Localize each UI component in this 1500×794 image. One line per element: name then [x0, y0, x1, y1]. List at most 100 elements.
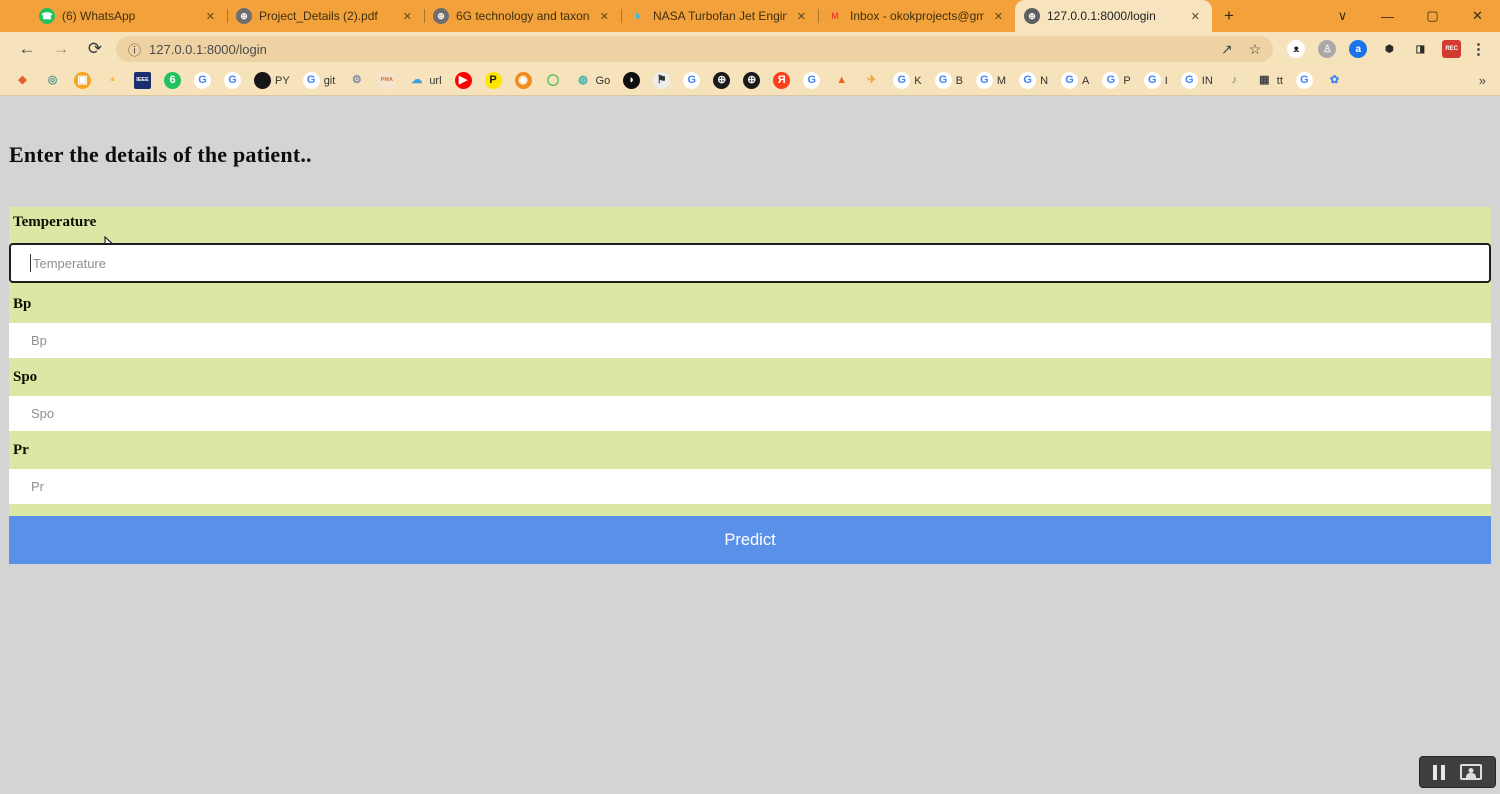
- bookmark-item[interactable]: ✈: [863, 72, 880, 89]
- tab-title: 6G technology and taxonor: [456, 9, 590, 23]
- bird-icon: ◗: [623, 72, 640, 89]
- bookmark-star-icon[interactable]: ☆: [1249, 41, 1262, 58]
- bookmark-label: K: [914, 75, 921, 87]
- bookmark-item[interactable]: G IN: [1181, 72, 1213, 89]
- bookmark-item[interactable]: G P: [1102, 72, 1130, 89]
- field-input-temperature[interactable]: [9, 243, 1491, 283]
- tab-close-icon[interactable]: ✕: [1188, 9, 1203, 24]
- tab-close-icon[interactable]: ✕: [794, 9, 809, 24]
- dark-globe-icon: ⊕: [713, 72, 730, 89]
- back-icon[interactable]: ←: [10, 34, 44, 64]
- side-panel-icon[interactable]: ◨: [1411, 40, 1429, 58]
- maximize-button[interactable]: ▢: [1410, 0, 1455, 32]
- bookmark-item[interactable]: G I: [1144, 72, 1168, 89]
- bookmark-item[interactable]: G B: [935, 72, 963, 89]
- bookmark-item[interactable]: G K: [893, 72, 921, 89]
- recorder-extension-icon[interactable]: REC: [1442, 40, 1461, 58]
- tab-title: Project_Details (2).pdf: [259, 9, 393, 23]
- a-extension-icon[interactable]: a: [1349, 40, 1367, 58]
- bookmark-label: tt: [1277, 75, 1283, 87]
- tab-close-icon[interactable]: ✕: [991, 9, 1006, 24]
- bookmark-item[interactable]: ◉: [515, 72, 532, 89]
- window-controls: ∨ — ▢ ✕: [1320, 0, 1500, 32]
- bookmarks-overflow-icon[interactable]: »: [1479, 73, 1486, 88]
- google-icon: G: [303, 72, 320, 89]
- orange-app-icon: ▣: [74, 72, 91, 89]
- bookmark-item[interactable]: ⚑: [653, 72, 670, 89]
- bookmark-item[interactable]: G: [683, 72, 700, 89]
- browser-tab[interactable]: ☎ (6) WhatsApp ✕: [30, 0, 227, 32]
- bookmark-item[interactable]: ⚙: [348, 72, 365, 89]
- field-label: Temperature: [9, 207, 1491, 237]
- bookmark-label: P: [1123, 75, 1130, 87]
- bookmark-item[interactable]: ▶: [455, 72, 472, 89]
- field-input-bp[interactable]: [9, 323, 1491, 358]
- predict-button[interactable]: Predict: [9, 516, 1491, 564]
- bookmark-item[interactable]: G: [803, 72, 820, 89]
- bookmark-item[interactable]: 6: [164, 72, 181, 89]
- bookmark-item[interactable]: ◗: [623, 72, 640, 89]
- ieee-icon: IEEE: [134, 72, 151, 89]
- bookmark-item[interactable]: ılı: [104, 72, 121, 89]
- field-input-pr[interactable]: [9, 469, 1491, 504]
- browser-menu-icon[interactable]: ⋮: [1467, 40, 1490, 58]
- google-icon: G: [1019, 72, 1036, 89]
- minimize-button[interactable]: —: [1365, 0, 1410, 32]
- forward-icon[interactable]: →: [44, 34, 78, 64]
- address-bar[interactable]: ⓘ 127.0.0.1:8000/login ↗ ☆: [116, 36, 1273, 62]
- globe-icon: ⊕: [1024, 8, 1040, 24]
- browser-tab[interactable]: ⊕ 127.0.0.1:8000/login ✕: [1015, 0, 1212, 32]
- bookmark-item[interactable]: ☁ url: [408, 72, 441, 89]
- browser-tab[interactable]: k NASA Turbofan Jet Engine ✕: [621, 0, 818, 32]
- bookmark-item[interactable]: G M: [976, 72, 1006, 89]
- bookmark-item[interactable]: G A: [1061, 72, 1089, 89]
- bookmark-item[interactable]: Я: [773, 72, 790, 89]
- bookmark-item[interactable]: ⊕: [713, 72, 730, 89]
- bookmark-item[interactable]: ◯: [545, 72, 562, 89]
- bookmark-item[interactable]: P: [485, 72, 502, 89]
- browser-tab[interactable]: ⊕ Project_Details (2).pdf ✕: [227, 0, 424, 32]
- tab-close-icon[interactable]: ✕: [203, 9, 218, 24]
- bookmark-item[interactable]: PMA: [378, 72, 395, 89]
- bookmark-item[interactable]: ◆: [14, 72, 31, 89]
- bookmark-item[interactable]: ⊕: [743, 72, 760, 89]
- tab-close-icon[interactable]: ✕: [597, 9, 612, 24]
- site-info-icon[interactable]: ⓘ: [128, 40, 141, 59]
- bookmark-item[interactable]: G git: [303, 72, 336, 89]
- browser-tab[interactable]: M Inbox - okokprojects@gma ✕: [818, 0, 1015, 32]
- browser-tab[interactable]: ⊕ 6G technology and taxonor ✕: [424, 0, 621, 32]
- bookmark-item[interactable]: ▦ tt: [1256, 72, 1283, 89]
- google-icon: G: [683, 72, 700, 89]
- pause-icon[interactable]: [1433, 765, 1445, 780]
- tab-title: (6) WhatsApp: [62, 9, 196, 23]
- triangle-icon: ▲: [833, 72, 850, 89]
- bookmark-item[interactable]: G: [194, 72, 211, 89]
- bookmark-item[interactable]: ◎: [44, 72, 61, 89]
- plane-icon: ✈: [863, 72, 880, 89]
- bookmark-item[interactable]: PY: [254, 72, 290, 89]
- new-tab-button[interactable]: +: [1212, 0, 1246, 32]
- bookmark-item[interactable]: ▲: [833, 72, 850, 89]
- bookmark-item[interactable]: ◍ Go: [575, 72, 611, 89]
- bookmark-item[interactable]: IEEE: [134, 72, 151, 89]
- phpmyadmin-icon: PMA: [378, 72, 395, 89]
- extensions-puzzle-icon[interactable]: ⬢: [1380, 40, 1398, 58]
- field-input-spo[interactable]: [9, 396, 1491, 431]
- share-icon[interactable]: ↗: [1221, 41, 1233, 58]
- tab-close-icon[interactable]: ✕: [400, 9, 415, 24]
- panda-extension-icon[interactable]: ᴥ: [1287, 40, 1305, 58]
- web-page: Enter the details of the patient.. Tempe…: [0, 96, 1500, 794]
- reload-icon[interactable]: ⟳: [78, 34, 112, 64]
- tab-title: 127.0.0.1:8000/login: [1047, 9, 1181, 23]
- tab-search-chevron-icon[interactable]: ∨: [1320, 0, 1365, 32]
- bookmark-item[interactable]: G N: [1019, 72, 1048, 89]
- bookmark-item[interactable]: ♪: [1226, 72, 1243, 89]
- close-window-button[interactable]: ✕: [1455, 0, 1500, 32]
- bookmark-item[interactable]: ▣: [74, 72, 91, 89]
- avatar-extension-icon[interactable]: ♙: [1318, 40, 1336, 58]
- bookmark-item[interactable]: G: [1296, 72, 1313, 89]
- text-caret: [30, 254, 31, 272]
- camera-icon[interactable]: [1460, 764, 1482, 780]
- bookmark-item[interactable]: ✿: [1326, 72, 1343, 89]
- bookmark-item[interactable]: G: [224, 72, 241, 89]
